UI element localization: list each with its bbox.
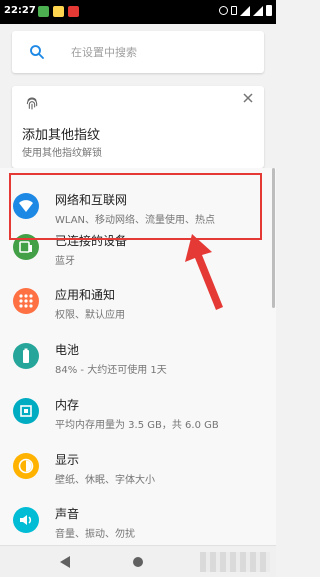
settings-item-subtitle: 权限、默认应用 [55, 310, 125, 321]
display-icon [13, 453, 39, 479]
photo-icon [53, 6, 64, 17]
app-icon [68, 6, 79, 17]
status-time: 22:27 [4, 5, 36, 16]
settings-item-subtitle: 音量、振动、勿扰 [55, 529, 135, 540]
memory-icon [13, 398, 39, 424]
settings-item-subtitle: 壁纸、休眠、字体大小 [55, 475, 155, 486]
home-icon[interactable] [131, 555, 145, 569]
settings-item-display[interactable]: 显示 壁纸、休眠、字体大小 [0, 441, 276, 497]
navigation-bar [0, 545, 276, 577]
status-bar: 22:27 [0, 0, 276, 24]
fingerprint-icon [26, 97, 38, 110]
sound-icon [13, 507, 39, 533]
signal-icon [240, 5, 250, 16]
scrollbar[interactable] [272, 168, 275, 308]
suggestion-title: 添加其他指纹 [22, 128, 101, 143]
watermark [200, 552, 270, 572]
settings-item-title: 显示 [55, 453, 80, 467]
highlight-box [9, 173, 262, 240]
settings-item-title: 声音 [55, 507, 80, 521]
settings-item-sound[interactable]: 声音 音量、振动、勿扰 [0, 495, 276, 551]
battery-icon [266, 5, 272, 16]
settings-item-subtitle: 蓝牙 [55, 256, 75, 267]
settings-item-title: 电池 [55, 343, 80, 357]
alarm-icon [219, 6, 228, 15]
settings-item-subtitle: 84% - 大约还可使用 1天 [55, 365, 167, 376]
fingerprint-suggestion-card[interactable]: 添加其他指纹 使用其他指纹解锁 [12, 86, 264, 168]
close-icon[interactable] [242, 92, 254, 104]
search-placeholder: 在设置中搜索 [71, 46, 137, 59]
settings-item-title: 应用和通知 [55, 288, 116, 302]
apps-icon [13, 288, 39, 314]
battery-icon [13, 343, 39, 369]
settings-item-battery[interactable]: 电池 84% - 大约还可使用 1天 [0, 331, 276, 387]
search-bar[interactable]: 在设置中搜索 [12, 31, 264, 73]
settings-item-subtitle: 平均内存用量为 3.5 GB，共 6.0 GB [55, 420, 219, 431]
suggestion-subtitle: 使用其他指纹解锁 [22, 148, 102, 159]
vibrate-icon [231, 6, 237, 15]
wechat-icon [38, 6, 49, 17]
signal-icon [253, 5, 263, 16]
settings-item-title: 内存 [55, 398, 80, 412]
annotation-arrow [185, 234, 223, 310]
settings-item-memory[interactable]: 内存 平均内存用量为 3.5 GB，共 6.0 GB [0, 386, 276, 442]
settings-item-apps[interactable]: 应用和通知 权限、默认应用 [0, 276, 276, 332]
search-icon [30, 45, 44, 59]
back-icon[interactable] [58, 555, 72, 569]
